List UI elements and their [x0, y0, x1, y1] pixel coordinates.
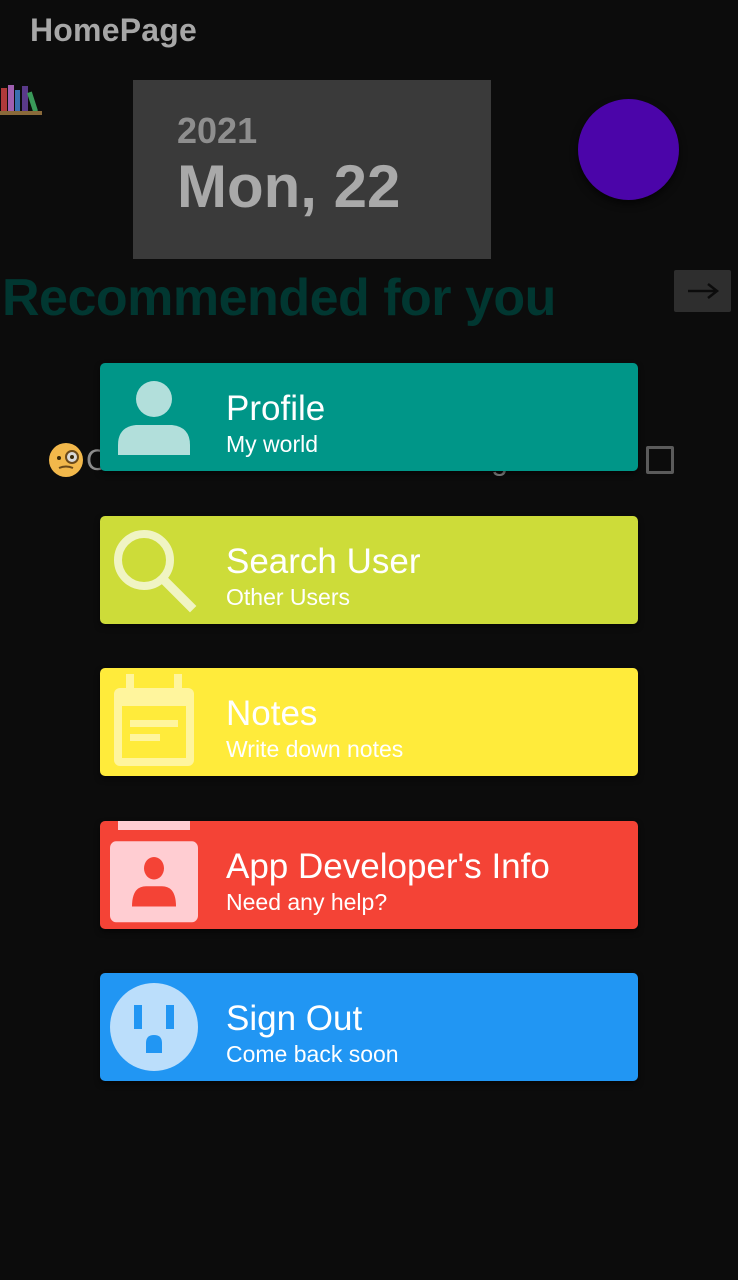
calendar-notes-icon	[114, 674, 194, 766]
menu-item-label: Sign Out	[226, 999, 363, 1038]
monocle-face-icon	[49, 443, 83, 477]
avatar[interactable]	[578, 99, 679, 200]
contact-card-icon	[110, 821, 198, 923]
menu-item-label: Profile	[226, 389, 326, 428]
menu-item-sign-out[interactable]: Sign Out Come back soon	[100, 973, 638, 1081]
menu-item-profile[interactable]: Profile My world	[100, 363, 638, 471]
person-icon	[118, 381, 190, 455]
menu-item-label: Search User	[226, 542, 421, 581]
recommended-title: Recommended for you	[2, 269, 556, 327]
genres-checkbox[interactable]	[646, 446, 674, 474]
menu-item-subtitle: Need any help?	[226, 889, 388, 915]
power-outlet-icon	[110, 983, 198, 1071]
menu-item-label: App Developer's Info	[226, 847, 550, 886]
menu-item-subtitle: My world	[226, 431, 319, 457]
page-title: HomePage	[30, 12, 197, 48]
date-day: Mon, 22	[177, 153, 401, 220]
date-year: 2021	[177, 110, 258, 151]
menu-item-notes[interactable]: Notes Write down notes	[100, 668, 638, 776]
menu-item-developer-info[interactable]: App Developer's Info Need any help?	[100, 821, 638, 929]
books-icon	[0, 85, 42, 115]
search-icon	[114, 530, 197, 613]
menu-item-label: Notes	[226, 694, 318, 733]
recommended-arrow-button[interactable]	[674, 270, 731, 312]
menu-item-subtitle: Come back soon	[226, 1041, 399, 1067]
menu-item-search-user[interactable]: Search User Other Users	[100, 516, 638, 624]
date-card: 2021 Mon, 22	[133, 80, 491, 259]
arrow-right-icon	[687, 283, 719, 299]
menu-item-subtitle: Other Users	[226, 584, 350, 610]
menu-item-subtitle: Write down notes	[226, 736, 404, 762]
